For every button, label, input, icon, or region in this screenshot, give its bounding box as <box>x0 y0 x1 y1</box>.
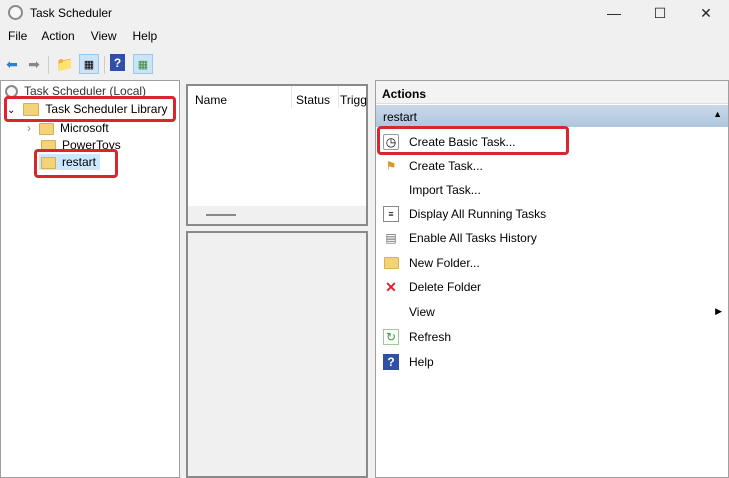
actions-header: Actions <box>376 81 728 104</box>
task-scheduler-icon <box>8 5 23 20</box>
highlight-box <box>34 149 118 178</box>
collapse-icon: ▲ <box>713 109 722 119</box>
task-details <box>186 231 368 478</box>
show-hide-console-tree-icon[interactable]: ▦ <box>79 54 99 74</box>
task-list: Name Status Trigg <box>186 84 368 226</box>
window-title: Task Scheduler <box>30 6 113 20</box>
refresh-icon: ↻ <box>383 329 399 345</box>
running-tasks-icon: ≡ <box>383 206 399 222</box>
help-icon: ? <box>383 354 399 370</box>
column-name[interactable]: Name <box>195 93 227 107</box>
action-create-task[interactable]: ⚑ Create Task... <box>376 155 729 177</box>
actions-pane: Actions restart ▲ ◷ Create Basic Task... ⚑… <box>375 80 729 478</box>
action-view[interactable]: View ▶ <box>376 301 729 323</box>
column-triggers[interactable]: Trigg <box>340 93 367 107</box>
menu-action[interactable]: Action <box>29 29 74 43</box>
back-icon[interactable]: ⬅ <box>2 54 22 74</box>
action-help[interactable]: ? Help <box>376 351 729 373</box>
action-display-running-tasks[interactable]: ≡ Display All Running Tasks <box>376 203 729 225</box>
new-folder-icon <box>383 255 399 271</box>
action-import-task[interactable]: Import Task... <box>376 179 729 201</box>
action-enable-history[interactable]: ▤ Enable All Tasks History <box>376 227 729 249</box>
action-refresh[interactable]: ↻ Refresh <box>376 326 729 348</box>
highlight-box <box>377 126 569 155</box>
menu-file[interactable]: File <box>0 29 27 43</box>
action-new-folder[interactable]: New Folder... <box>376 252 729 274</box>
column-status[interactable]: Status <box>296 93 330 107</box>
console-tree: Task Scheduler (Local) ⌄ Task Scheduler L… <box>0 80 180 478</box>
forward-icon[interactable]: ➡ <box>24 54 44 74</box>
submenu-arrow-icon: ▶ <box>715 306 722 316</box>
history-icon: ▤ <box>385 231 397 245</box>
menu-help[interactable]: Help <box>119 29 158 43</box>
title-bar: Task Scheduler — ☐ ✕ <box>0 0 729 26</box>
menu-view[interactable]: View <box>77 29 117 43</box>
create-task-icon: ⚑ <box>385 159 397 173</box>
tree-item-microsoft[interactable]: › Microsoft <box>27 121 109 135</box>
up-folder-icon[interactable]: 📁 <box>55 54 75 74</box>
delete-icon: ✕ <box>385 278 397 295</box>
maximize-button[interactable]: ☐ <box>637 0 683 26</box>
show-hide-action-pane-icon[interactable]: ▦ <box>133 54 153 74</box>
highlight-box <box>4 96 176 122</box>
action-delete-folder[interactable]: ✕ Delete Folder <box>376 276 729 298</box>
minimize-button[interactable]: — <box>591 0 637 26</box>
menu-bar: File Action View Help <box>0 29 159 49</box>
close-button[interactable]: ✕ <box>683 0 729 26</box>
horizontal-scrollbar[interactable] <box>188 206 366 224</box>
help-icon[interactable]: ? <box>110 54 125 71</box>
scrollbar-thumb[interactable] <box>206 214 236 216</box>
toolbar: ⬅ ➡ 📁 ▦ ? ▦ <box>0 51 729 77</box>
actions-section-restart[interactable]: restart ▲ <box>376 105 728 127</box>
